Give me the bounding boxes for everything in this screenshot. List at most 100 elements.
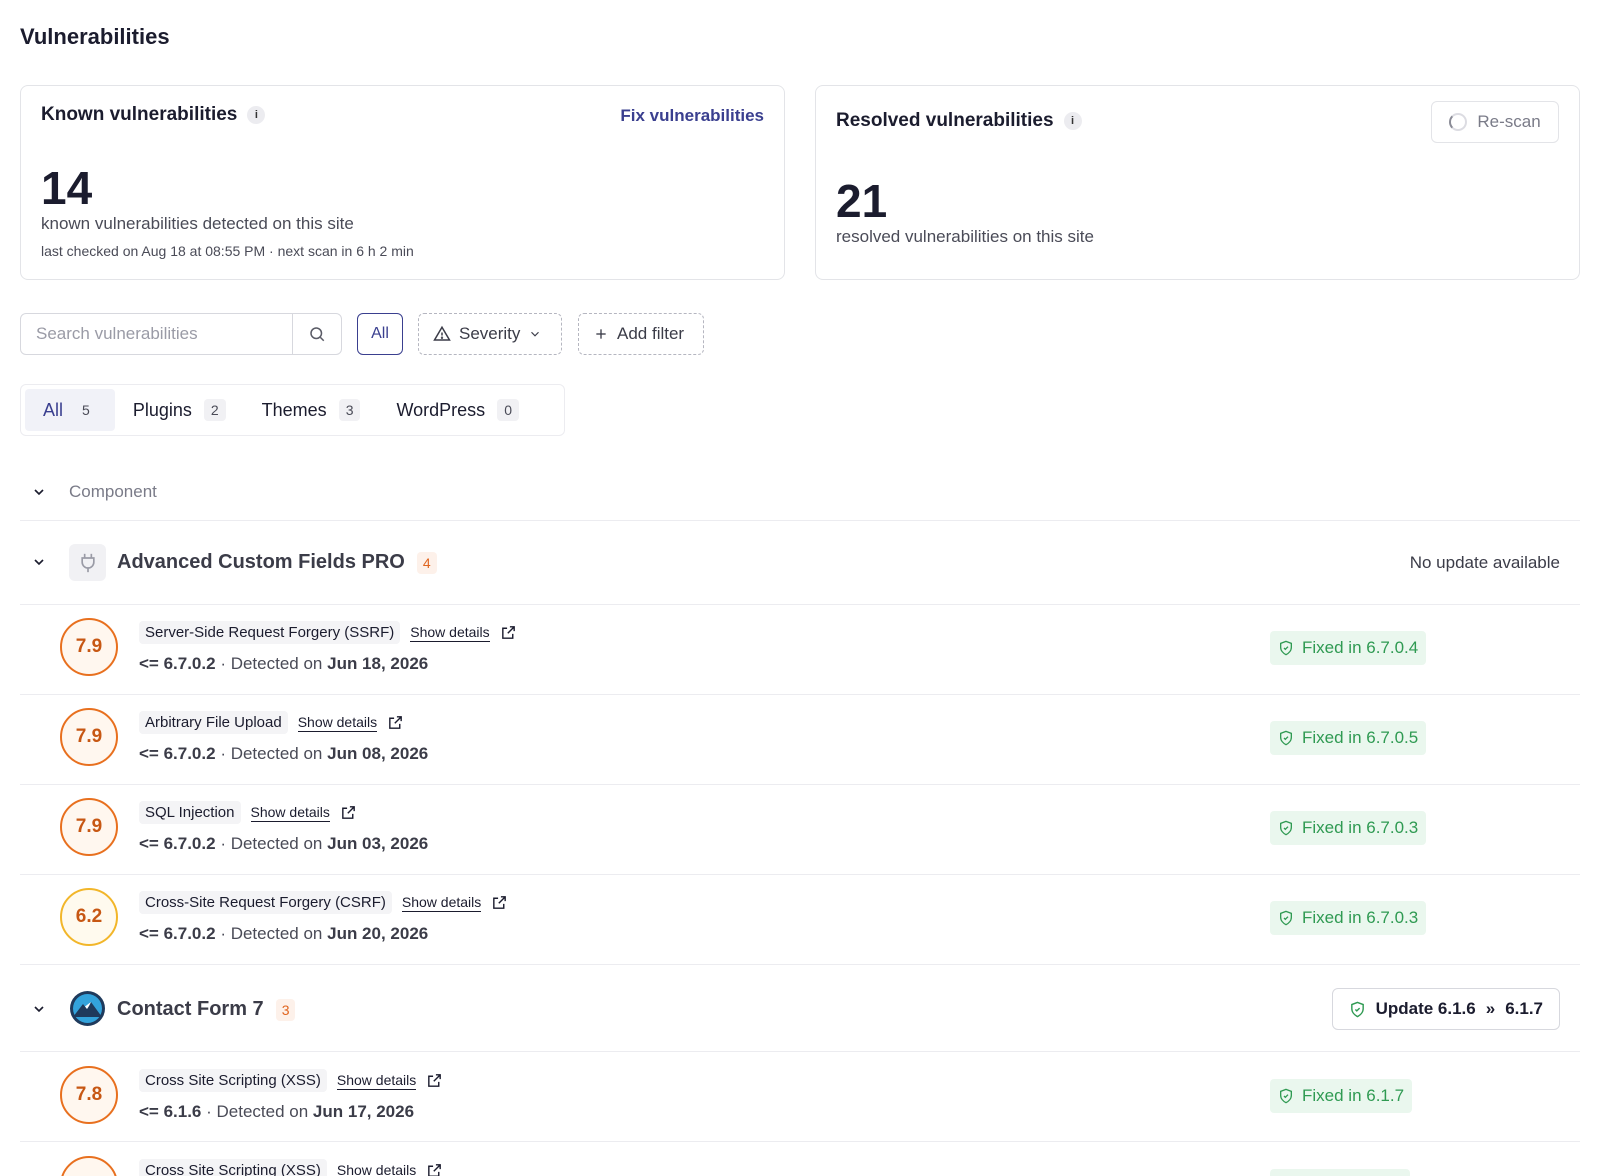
shield-icon <box>1280 730 1292 746</box>
detected-date: Jun 17, 2026 <box>312 1102 415 1121</box>
show-details-link[interactable]: Show details <box>410 624 490 642</box>
tab-label: WordPress <box>396 399 486 420</box>
vulnerability-name: Arbitrary File Upload <box>139 711 288 734</box>
show-details-link[interactable]: Show details <box>297 714 378 732</box>
affected-version: <= 6.7.0.2 <box>139 744 216 763</box>
show-details-link[interactable]: Show details <box>337 1162 416 1176</box>
fixed-in-badge: Fixed in 6.7.0.5 <box>1270 721 1427 755</box>
contact-form-logo-icon <box>69 990 106 1027</box>
search-box <box>20 313 342 355</box>
group-name[interactable]: Contact Form 7 3 <box>117 998 296 1021</box>
divider <box>20 694 1580 695</box>
detected-date: Jun 20, 2026 <box>327 924 429 943</box>
show-details-link[interactable]: Show details <box>250 804 330 822</box>
vulnerability-title: Server-Side Request Forgery (SSRF) Show … <box>139 621 517 644</box>
info-icon[interactable]: i <box>1063 112 1082 130</box>
severity-score: 6.2 <box>60 888 118 946</box>
fixed-in-badge <box>1270 1169 1410 1176</box>
vulnerability-name: Cross Site Scripting (XSS) <box>139 1069 327 1092</box>
shield-icon <box>1280 820 1292 836</box>
affected-version: <= 6.7.0.2 <box>139 834 216 853</box>
severity-score <box>60 1156 118 1176</box>
warning-icon <box>433 325 451 341</box>
tab-all[interactable]: All 5 <box>25 389 115 431</box>
fix-vulnerabilities-link[interactable]: Fix vulnerabilities <box>620 106 764 126</box>
show-details-link[interactable]: Show details <box>336 1072 417 1090</box>
group-name-text: Advanced Custom Fields PRO <box>117 551 405 573</box>
vulnerability-meta: <= 6.7.0.2 · Detected on Jun 03, 2026 <box>139 834 428 854</box>
update-target-version: 6.1.7 <box>1505 999 1543 1018</box>
affected-version: <= 6.7.0.2 <box>139 924 216 943</box>
vulnerability-meta: <= 6.1.6 · Detected on Jun 17, 2026 <box>139 1102 414 1122</box>
external-link-icon[interactable] <box>387 714 404 731</box>
fixed-in-badge: Fixed in 6.7.0.4 <box>1270 631 1427 665</box>
search-button[interactable] <box>292 314 341 354</box>
divider <box>20 784 1580 785</box>
divider <box>20 604 1580 605</box>
affected-version: <= 6.1.6 <box>139 1102 202 1121</box>
update-plugin-button[interactable]: Update 6.1.6 » 6.1.7 <box>1331 988 1560 1030</box>
fixed-label: Fixed in 6.7.0.5 <box>1302 728 1419 747</box>
group-count-badge: 4 <box>416 551 437 574</box>
vulnerability-name: SQL Injection <box>139 801 241 824</box>
severity-label: Severity <box>459 324 521 343</box>
vulnerability-title: Arbitrary File Upload Show details <box>139 711 404 734</box>
add-filter-label: Add filter <box>617 324 685 343</box>
rescan-label: Re-scan <box>1477 112 1541 131</box>
vulnerability-title: Cross Site Scripting (XSS) Show details <box>139 1069 443 1092</box>
vulnerability-title: Cross-Site Request Forgery (CSRF) Show d… <box>139 891 508 914</box>
divider <box>20 964 1580 965</box>
group-name-text: Contact Form 7 <box>117 998 264 1020</box>
collapse-all-toggle[interactable] <box>30 483 48 501</box>
tab-wordpress[interactable]: WordPress 0 <box>378 389 537 431</box>
severity-score: 7.9 <box>60 798 118 856</box>
external-link-icon[interactable] <box>340 804 357 821</box>
fixed-in-badge: Fixed in 6.7.0.3 <box>1270 811 1427 845</box>
detected-date: Jun 03, 2026 <box>327 834 429 853</box>
tab-themes[interactable]: Themes 3 <box>244 389 379 431</box>
shield-icon <box>1350 1001 1364 1017</box>
tab-plugins[interactable]: Plugins 2 <box>115 389 244 431</box>
resolved-card-title-text: Resolved vulnerabilities <box>836 110 1054 131</box>
info-icon[interactable]: i <box>247 106 266 124</box>
divider <box>20 1141 1580 1142</box>
search-icon <box>310 327 325 342</box>
shield-icon <box>1280 640 1292 656</box>
detected-label: · Detected on <box>220 744 323 763</box>
tab-label: Plugins <box>132 399 192 420</box>
component-column-header: Component <box>69 482 157 501</box>
group-toggle[interactable] <box>30 1000 48 1018</box>
show-details-link[interactable]: Show details <box>401 894 482 912</box>
update-status: No update available <box>1409 553 1560 572</box>
external-link-icon[interactable] <box>426 1072 443 1089</box>
resolved-card-title: Resolved vulnerabilities i <box>836 110 1082 132</box>
resolved-count: 21 <box>836 175 888 227</box>
tab-count: 5 <box>82 402 90 418</box>
search-input[interactable] <box>21 314 292 354</box>
vulnerability-name: Cross-Site Request Forgery (CSRF) <box>139 891 392 914</box>
group-name[interactable]: Advanced Custom Fields PRO 4 <box>117 551 437 574</box>
affected-version: <= 6.7.0.2 <box>139 654 216 673</box>
severity-filter-button[interactable]: Severity <box>418 313 562 355</box>
component-tabs: All 5 Plugins 2 Themes 3 WordPress 0 <box>20 384 565 436</box>
fixed-label: Fixed in 6.1.7 <box>1302 1086 1405 1105</box>
external-link-icon[interactable] <box>426 1162 443 1176</box>
known-card-title: Known vulnerabilities i <box>41 104 266 126</box>
known-count: 14 <box>41 162 93 214</box>
fixed-in-badge: Fixed in 6.1.7 <box>1270 1079 1413 1113</box>
detected-label: · Detected on <box>220 834 323 853</box>
external-link-icon[interactable] <box>500 624 517 641</box>
vulnerability-meta: <= 6.7.0.2 · Detected on Jun 08, 2026 <box>139 744 428 764</box>
group-toggle[interactable] <box>30 553 48 571</box>
spinner-icon <box>1449 113 1468 131</box>
group-count-badge: 3 <box>275 998 296 1021</box>
external-link-icon[interactable] <box>491 894 508 911</box>
known-description: known vulnerabilities detected on this s… <box>41 214 354 233</box>
filter-all-button[interactable]: All <box>357 313 403 355</box>
detected-label: · Detected on <box>220 654 323 673</box>
tab-count: 0 <box>497 399 519 421</box>
rescan-button[interactable]: Re-scan <box>1431 101 1559 143</box>
add-filter-button[interactable]: Add filter <box>578 313 704 355</box>
plugin-icon <box>69 544 106 581</box>
plus-icon <box>596 329 606 339</box>
